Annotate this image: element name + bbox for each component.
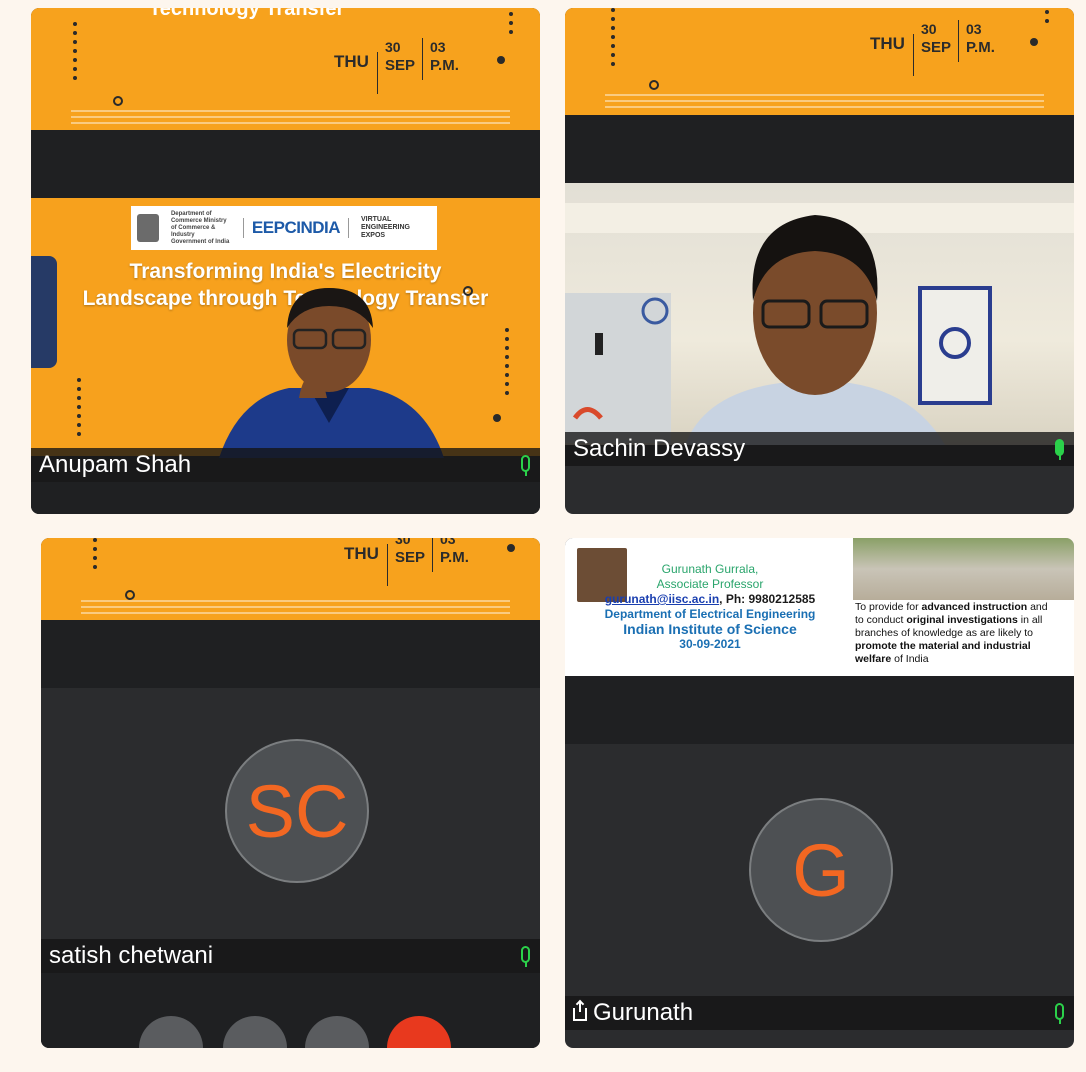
shared-presentation: Department of Commerce Ministry of Comme… [31,198,540,458]
time-num: 03 [429,39,446,55]
decor-dots [77,378,81,441]
ministry-text: Department of Commerce Ministry of Comme… [170,210,230,245]
institute-motto: To provide for advanced instruction and … [855,601,1048,665]
time-ampm: P.M. [965,39,995,56]
mic-icon [1055,1003,1064,1024]
speaker-institute: Indian Institute of Science [623,621,797,637]
decor-bullet [497,56,505,64]
participant-tile-gurunath[interactable]: Gurunath Gurrala, Associate Professor gu… [565,538,1074,1048]
participant-tile-sachin-devassy[interactable]: THU 30 SEP 03 P.M. Sachin Devassy [565,8,1074,514]
date-time: THU 30 SEP 03 P.M. [870,20,995,76]
decor-ring [125,590,135,600]
more-options-button[interactable] [305,1016,369,1048]
speaker-name: Gurunath Gurrala, [661,562,759,576]
decor-ring [649,80,659,90]
decor-dots [611,8,615,71]
decor-ring [463,286,473,296]
participant-name: satish chetwani [49,942,214,969]
decor-bullet [493,414,501,422]
dark-band [565,676,1074,744]
date-time: THU 30 SEP 03 P.M. [334,38,459,94]
dark-band [31,130,540,198]
slide-date: 30-09-2021 [679,637,741,651]
date-num: 30 [394,538,411,547]
participant-name-bar: Gurunath [565,996,1074,1030]
institute-photo [853,538,1074,600]
avatar: SC [225,739,369,883]
dark-band [565,115,1074,183]
screen-share-icon [573,1002,587,1021]
avatar: G [749,798,893,942]
dark-band [31,482,540,514]
decor-dots [73,22,77,85]
speaker-department: Department of Electrical Engineering [604,607,816,621]
date-banner: Technology Transfer THU 30 SEP 03 P.M. [31,8,540,130]
date-day: THU [344,544,388,586]
date-month: SEP [384,57,415,74]
mic-icon [521,455,530,476]
shared-presentation: Gurunath Gurrala, Associate Professor gu… [565,538,1074,676]
banner-top-text: Technology Transfer [149,8,345,20]
call-controls [41,1016,540,1048]
video-toggle-button[interactable] [139,1016,203,1048]
date-time: THU 30 SEP 03 P.M. [344,538,469,586]
time-num: 03 [965,21,982,37]
speaker-phone: , Ph: 9980212585 [719,592,816,606]
mic-icon [1055,439,1064,460]
mic-icon [521,946,530,967]
speaker-details: Gurunath Gurrala, Associate Professor gu… [585,562,835,652]
time-ampm: P.M. [439,549,469,566]
date-banner: THU 30 SEP 03 P.M. [41,538,540,620]
mic-toggle-button[interactable] [223,1016,287,1048]
date-num: 30 [384,39,401,55]
time-ampm: P.M. [429,57,459,74]
decor-bullet [507,544,515,552]
time-num: 03 [439,538,456,547]
participant-name-bar: satish chetwani [41,939,540,973]
camera-video [565,183,1074,445]
decor-dots [505,328,509,400]
date-day: THU [334,52,378,94]
participant-name-bar: Anupam Shah [31,448,540,482]
disclaimer-text [71,110,510,124]
presenter-video [219,288,444,458]
date-banner: THU 30 SEP 03 P.M. [565,8,1074,115]
logo-band: Department of Commerce Ministry of Comme… [131,206,437,250]
decor-dots [509,12,513,39]
date-num: 30 [920,21,937,37]
decor-dots [1045,10,1049,28]
slide-title-line1: Transforming India's Electricity [129,260,442,283]
side-tab [31,256,57,368]
participant-name-bar: Sachin Devassy [565,432,1074,466]
decor-bullet [1030,38,1038,46]
participant-tile-satish-chetwani[interactable]: THU 30 SEP 03 P.M. SC satish chetwani [41,538,540,1048]
disclaimer-text [81,600,510,614]
participant-name: Gurunath [593,999,694,1026]
webcam-feed [565,203,1074,445]
date-month: SEP [920,39,951,56]
disclaimer-text [605,94,1044,108]
emblem-icon [136,214,159,242]
expo-logo: VIRTUAL ENGINEERING EXPOS [360,216,410,239]
end-call-button[interactable] [387,1016,451,1048]
decor-dots [93,538,97,574]
decor-ring [113,96,123,106]
speaker-email: gurunath@iisc.ac.in [604,592,720,606]
date-month: SEP [394,549,425,566]
speaker-role: Associate Professor [656,577,764,591]
date-day: THU [870,34,914,76]
participant-name: Anupam Shah [39,451,192,478]
participant-name: Sachin Devassy [573,435,746,462]
eepc-logo: EEPCINDIA [242,218,349,238]
participant-tile-anupam-shah[interactable]: Technology Transfer THU 30 SEP 03 P.M. Dep… [31,8,540,514]
dark-band [41,620,540,688]
